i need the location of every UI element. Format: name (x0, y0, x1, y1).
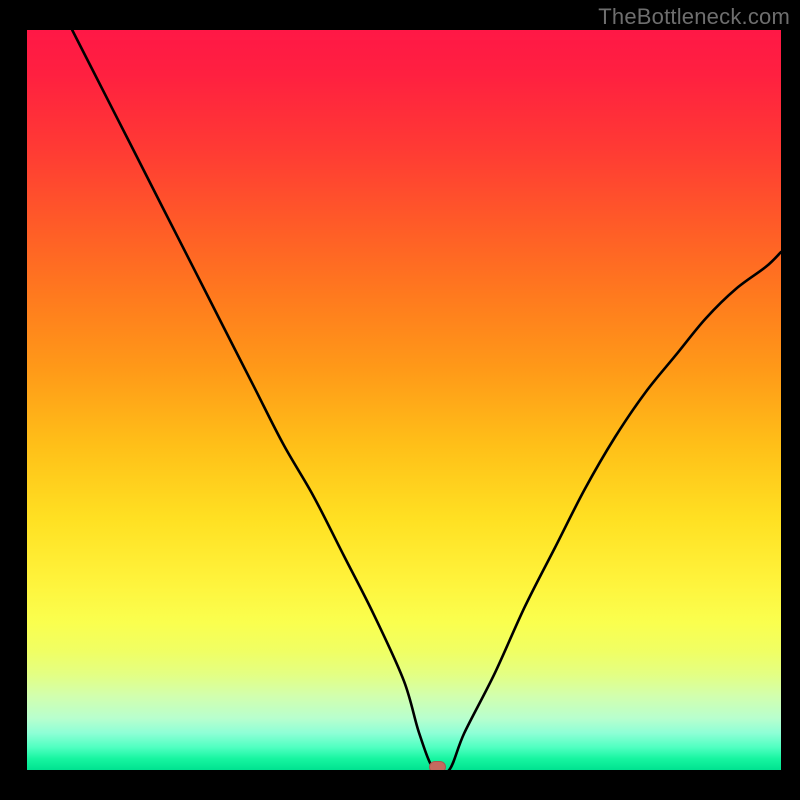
chart-frame: TheBottleneck.com (0, 0, 800, 800)
watermark-text: TheBottleneck.com (598, 4, 790, 30)
optimal-marker (429, 761, 446, 770)
bottleneck-curve-path (72, 30, 781, 770)
curve-svg (27, 30, 781, 770)
plot-area (27, 30, 781, 770)
